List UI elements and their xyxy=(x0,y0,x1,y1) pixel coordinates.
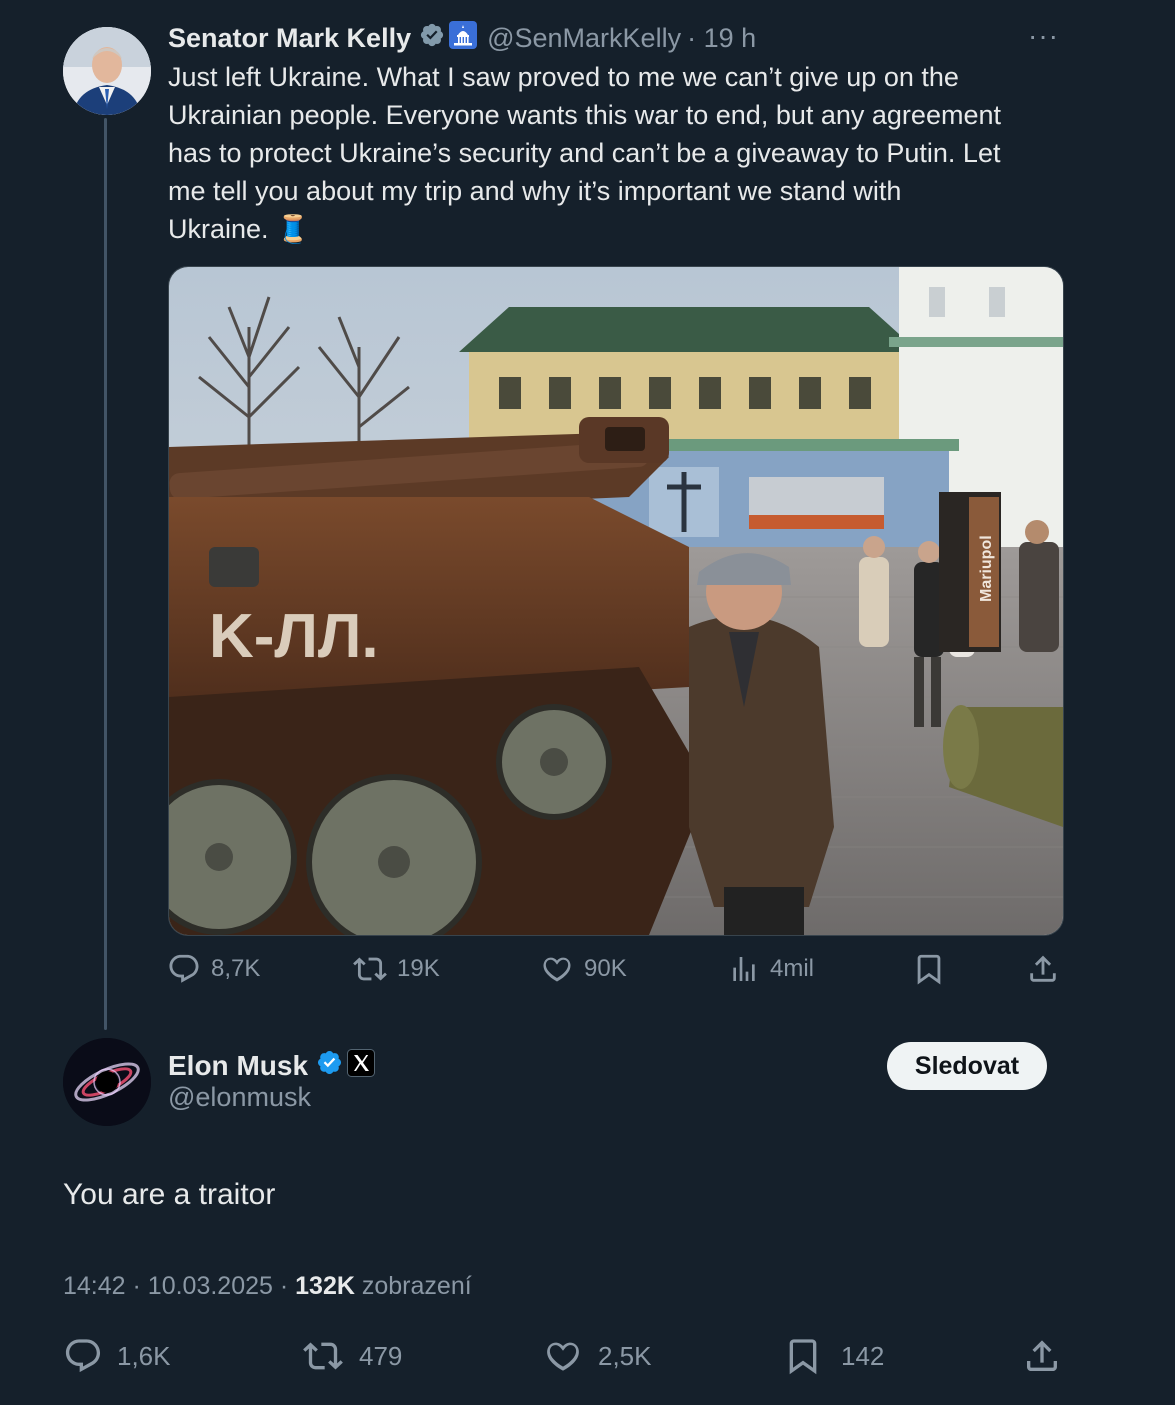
bookmark-icon xyxy=(917,954,941,985)
repost-count: 19K xyxy=(397,955,440,982)
reply-views-count[interactable]: 132K xyxy=(295,1272,355,1300)
parent-tweet-text: Just left Ukraine. What I saw proved to … xyxy=(168,58,1088,248)
capitol-affiliation-icon[interactable] xyxy=(449,20,478,56)
bookmark-icon xyxy=(789,1339,817,1375)
share-icon xyxy=(1027,1340,1057,1371)
reply-like-button[interactable]: 2,5K xyxy=(542,1336,652,1376)
tweet-text-line: Just left Ukraine. What I saw proved to … xyxy=(168,62,959,92)
reply-author-name[interactable]: Elon Musk xyxy=(168,1050,308,1082)
reply-text: You are a traitor xyxy=(63,1178,276,1211)
heart-icon xyxy=(547,1342,579,1371)
reply-repost-button[interactable]: 479 xyxy=(301,1336,402,1376)
reply-icon xyxy=(65,1339,101,1373)
follow-button[interactable]: Sledovat xyxy=(887,1042,1047,1090)
author-name[interactable]: Senator Mark Kelly xyxy=(168,23,411,54)
x-affiliation-icon[interactable] xyxy=(347,1048,376,1084)
parent-share-button[interactable] xyxy=(1026,952,1060,986)
reply-header: Elon Musk xyxy=(168,1046,376,1086)
repost-icon xyxy=(303,1342,343,1370)
reply-icon xyxy=(169,954,199,983)
parent-reply-button[interactable]: 8,7K xyxy=(167,952,260,986)
views-count: 4mil xyxy=(770,955,815,982)
avatar-elon-musk[interactable] xyxy=(63,1038,151,1126)
parent-like-button[interactable]: 90K xyxy=(540,952,627,986)
mariupol-sign-text: Mariupol xyxy=(978,535,995,602)
tweet-text-line: me tell you about my trip and why it’s i… xyxy=(168,176,902,206)
tank-graffiti-text: K-ЛЛ. xyxy=(209,602,379,671)
reply-metadata: 14:42 · 10.03.2025 · 132K zobrazení xyxy=(63,1272,472,1301)
tweet-text-line: Ukraine. 🧵 xyxy=(168,214,310,244)
parent-views-button[interactable]: 4mil xyxy=(728,952,814,986)
verified-blue-icon xyxy=(316,1049,343,1083)
heart-icon xyxy=(543,957,571,982)
repost-icon xyxy=(353,957,387,981)
reply-author-handle[interactable]: @elonmusk xyxy=(168,1082,311,1113)
parent-repost-button[interactable]: 19K xyxy=(353,952,440,986)
bookmark-count: 142 xyxy=(841,1340,885,1371)
parent-tweet-header: Senator Mark Kelly @SenMarkKelly · 19 h xyxy=(168,20,756,56)
reply-count: 1,6K xyxy=(117,1340,171,1371)
more-options-button[interactable]: ··· xyxy=(1028,20,1059,52)
author-handle[interactable]: @SenMarkKelly xyxy=(487,23,681,54)
tweet-time[interactable]: · 19 h xyxy=(687,23,756,54)
tweet-text-line: Ukrainian people. Everyone wants this wa… xyxy=(168,100,1001,130)
repost-count: 479 xyxy=(359,1340,403,1371)
reply-date[interactable]: 10.03.2025 xyxy=(148,1272,273,1300)
verified-gray-icon xyxy=(419,22,445,55)
share-icon xyxy=(1030,955,1056,982)
avatar-mark-kelly[interactable] xyxy=(63,27,151,115)
meta-separator: · xyxy=(132,1272,148,1300)
reply-time[interactable]: 14:42 xyxy=(63,1272,126,1300)
reply-reply-button[interactable]: 1,6K xyxy=(63,1336,171,1376)
meta-separator: · xyxy=(279,1272,296,1300)
thread-connector-line xyxy=(104,118,107,1030)
tweet-text-line: has to protect Ukraine’s security and ca… xyxy=(168,138,1001,168)
reply-count: 8,7K xyxy=(211,955,261,982)
reply-views-label: zobrazení xyxy=(361,1272,472,1300)
views-chart-icon xyxy=(733,957,755,981)
tweet-photo[interactable]: Mariupol K-ЛЛ. xyxy=(168,266,1064,936)
reply-bookmark-button[interactable]: 142 xyxy=(783,1336,884,1376)
like-count: 2,5K xyxy=(598,1340,652,1371)
parent-bookmark-button[interactable] xyxy=(912,952,946,986)
reply-share-button[interactable] xyxy=(1022,1336,1062,1376)
like-count: 90K xyxy=(584,955,627,982)
